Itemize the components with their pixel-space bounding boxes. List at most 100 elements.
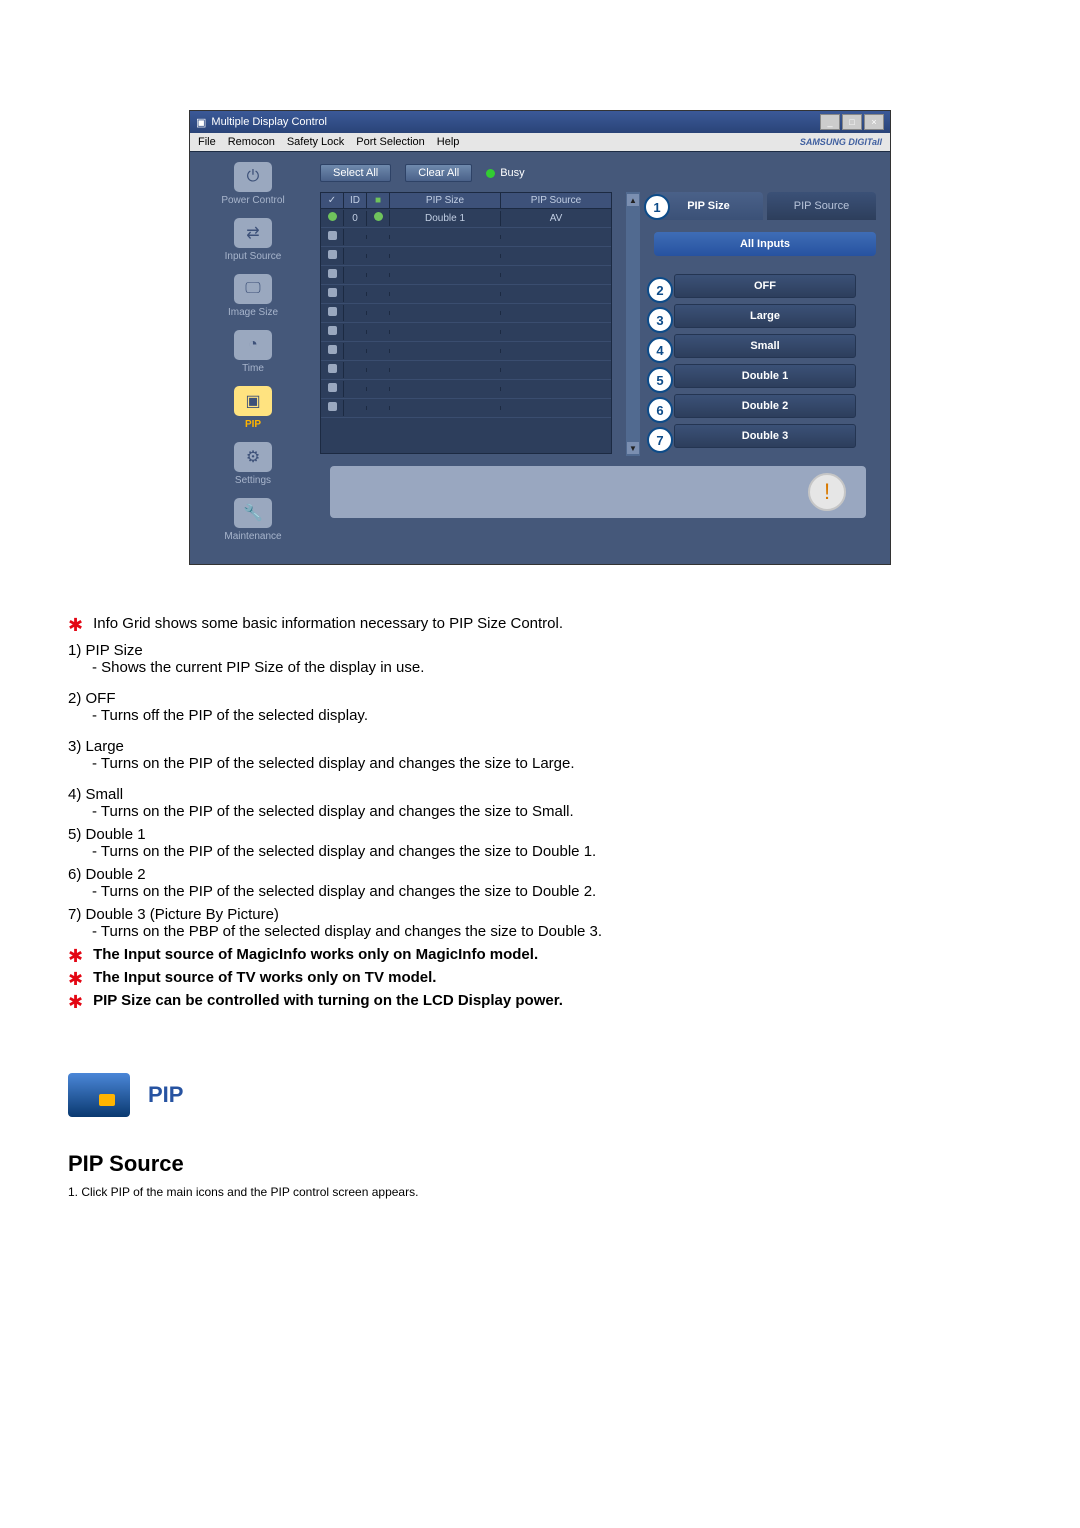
minimize-button[interactable]: _ [820, 114, 840, 130]
sidebar-item-label: PIP [245, 419, 261, 430]
wrench-icon: 🔧 [234, 498, 272, 528]
checkbox-icon[interactable] [328, 250, 337, 259]
menu-file[interactable]: File [198, 136, 216, 148]
pip-section-header: PIP [68, 1073, 1012, 1117]
select-all-button[interactable]: Select All [320, 164, 391, 182]
table-row[interactable] [321, 304, 611, 323]
item-title: Double 2 [86, 866, 146, 883]
option-label: Double 1 [742, 370, 788, 382]
table-row[interactable] [321, 285, 611, 304]
sidebar-item-label: Image Size [228, 307, 278, 318]
item-num: 6) [68, 866, 81, 883]
item-num: 7) [68, 906, 81, 923]
item-desc: - Turns on the PIP of the selected displ… [68, 803, 1012, 820]
alert-icon: ! [808, 473, 846, 511]
maximize-button[interactable]: □ [842, 114, 862, 130]
sidebar-item-image-size[interactable]: 🖵 Image Size [196, 274, 310, 318]
table-row[interactable] [321, 323, 611, 342]
option-small[interactable]: 4Small [674, 334, 856, 358]
item-title: Double 1 [86, 826, 146, 843]
clear-all-button[interactable]: Clear All [405, 164, 472, 182]
window-title: Multiple Display Control [211, 116, 327, 128]
table-row[interactable]: 0 Double 1 AV [321, 209, 611, 228]
table-row[interactable] [321, 247, 611, 266]
sidebar-item-settings[interactable]: ⚙ Settings [196, 442, 310, 486]
option-double3[interactable]: 7Double 3 [674, 424, 856, 448]
checkbox-icon[interactable] [328, 345, 337, 354]
star-icon: ✱ [68, 992, 83, 1013]
main-area: Select All Clear All Busy ✓ ID ■ PIP Siz… [316, 152, 890, 564]
sidebar-item-input-source[interactable]: ⇄ Input Source [196, 218, 310, 262]
item-desc: - Turns on the PIP of the selected displ… [68, 883, 1012, 900]
note-text: The Input source of MagicInfo works only… [93, 946, 538, 963]
badge-6: 6 [647, 397, 673, 423]
checkbox-icon[interactable] [328, 269, 337, 278]
col-id: ID [344, 193, 367, 208]
table-row[interactable] [321, 361, 611, 380]
sidebar-item-maintenance[interactable]: 🔧 Maintenance [196, 498, 310, 542]
item-desc: - Shows the current PIP Size of the disp… [68, 659, 1012, 676]
menu-help[interactable]: Help [437, 136, 460, 148]
checkbox-icon[interactable] [328, 402, 337, 411]
pip-logo-icon [68, 1073, 130, 1117]
pip-section-title: PIP [148, 1082, 183, 1108]
tab-pip-size[interactable]: 1 PIP Size [654, 192, 763, 220]
scroll-up-icon[interactable]: ▲ [627, 194, 639, 206]
col-check: ✓ [321, 193, 344, 208]
title-bar: ▣ Multiple Display Control _ □ × [190, 111, 890, 133]
option-double2[interactable]: 6Double 2 [674, 394, 856, 418]
sidebar-item-label: Input Source [225, 251, 282, 262]
checkbox-icon[interactable] [328, 383, 337, 392]
power-icon: ⏻ [234, 162, 272, 192]
sidebar-item-label: Power Control [221, 195, 284, 206]
option-off[interactable]: 2OFF [674, 274, 856, 298]
tab-pip-source[interactable]: PIP Source [767, 192, 876, 220]
menu-safety-lock[interactable]: Safety Lock [287, 136, 344, 148]
pip-subheader: PIP Source [68, 1151, 1012, 1177]
info-grid: ✓ ID ■ PIP Size PIP Source 0 Double 1 AV [320, 192, 612, 454]
sidebar-item-time[interactable]: ◔ Time [196, 330, 310, 374]
menu-port-selection[interactable]: Port Selection [356, 136, 424, 148]
table-row[interactable] [321, 266, 611, 285]
checkbox-icon[interactable] [328, 212, 337, 221]
image-size-icon: 🖵 [234, 274, 272, 304]
table-row[interactable] [321, 399, 611, 418]
close-button[interactable]: × [864, 114, 884, 130]
checkbox-icon[interactable] [328, 307, 337, 316]
sidebar-item-power-control[interactable]: ⏻ Power Control [196, 162, 310, 206]
dot-icon [486, 169, 495, 178]
checkbox-icon[interactable] [328, 231, 337, 240]
table-row[interactable] [321, 342, 611, 361]
samsung-logo: SAMSUNG DIGITall [800, 137, 882, 147]
options-panel: 1 PIP Size PIP Source All Inputs 2OFF 3L… [654, 192, 876, 456]
busy-label: Busy [500, 167, 524, 179]
note-text: PIP Size can be controlled with turning … [93, 992, 563, 1009]
grid-scrollbar[interactable]: ▲ ▼ [626, 192, 640, 456]
badge-3: 3 [647, 307, 673, 333]
menu-remocon[interactable]: Remocon [228, 136, 275, 148]
option-label: Large [750, 310, 780, 322]
checkbox-icon[interactable] [328, 288, 337, 297]
grid-header: ✓ ID ■ PIP Size PIP Source [321, 193, 611, 209]
option-label: Double 3 [742, 430, 788, 442]
option-double1[interactable]: 5Double 1 [674, 364, 856, 388]
star-icon: ✱ [68, 615, 83, 636]
status-dot-icon [374, 212, 383, 221]
checkbox-icon[interactable] [328, 326, 337, 335]
table-row[interactable] [321, 228, 611, 247]
pip-icon: ▣ [234, 386, 272, 416]
sidebar-item-pip[interactable]: ▣ PIP [196, 386, 310, 430]
item-title: OFF [86, 690, 116, 707]
scroll-down-icon[interactable]: ▼ [627, 442, 639, 454]
option-large[interactable]: 3Large [674, 304, 856, 328]
cell-source: AV [501, 211, 611, 226]
menu-bar: File Remocon Safety Lock Port Selection … [190, 133, 890, 151]
item-num: 3) [68, 738, 81, 755]
checkbox-icon[interactable] [328, 364, 337, 373]
item-num: 4) [68, 786, 81, 803]
tab-label: PIP Source [794, 200, 849, 212]
col-pip-source: PIP Source [501, 193, 611, 208]
table-row[interactable] [321, 380, 611, 399]
doc-body: ✱ Info Grid shows some basic information… [68, 615, 1012, 1013]
star-icon: ✱ [68, 969, 83, 990]
